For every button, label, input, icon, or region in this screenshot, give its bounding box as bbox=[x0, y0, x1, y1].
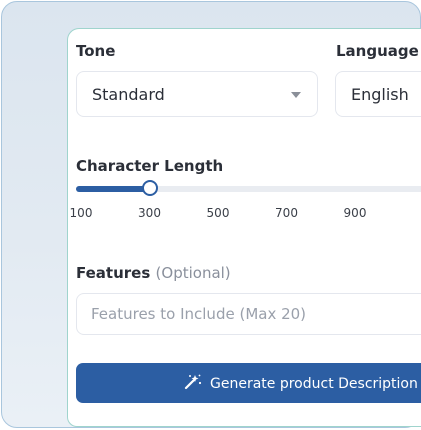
slider-tick-label: 500 bbox=[206, 206, 230, 220]
slider-fill bbox=[76, 186, 150, 192]
magic-wand-icon bbox=[184, 374, 202, 394]
tone-label: Tone bbox=[76, 42, 116, 60]
features-optional-text: (Optional) bbox=[155, 264, 231, 282]
slider-tick-label: 300 bbox=[138, 206, 161, 220]
character-length-slider[interactable] bbox=[76, 180, 421, 196]
language-label: Language bbox=[336, 42, 419, 60]
tone-select-value: Standard bbox=[92, 85, 165, 104]
description-form: Tone Language Standard English Character… bbox=[67, 28, 421, 427]
chevron-down-icon bbox=[291, 92, 301, 98]
tone-select[interactable]: Standard bbox=[76, 71, 318, 117]
features-label: Features (Optional) bbox=[76, 264, 231, 282]
slider-tick-label: 700 bbox=[275, 206, 298, 220]
slider-tick-label: 900 bbox=[343, 206, 367, 220]
slider-thumb[interactable] bbox=[141, 180, 158, 196]
generate-description-button[interactable]: Generate product Description bbox=[76, 363, 421, 403]
slider-tick-label: 100 bbox=[69, 206, 93, 220]
features-label-text: Features bbox=[76, 264, 151, 282]
language-select-value: English bbox=[351, 85, 409, 104]
generate-button-label: Generate product Description bbox=[210, 376, 418, 392]
character-length-label: Character Length bbox=[76, 157, 224, 175]
language-select[interactable]: English bbox=[335, 71, 421, 117]
features-input[interactable] bbox=[76, 293, 421, 335]
